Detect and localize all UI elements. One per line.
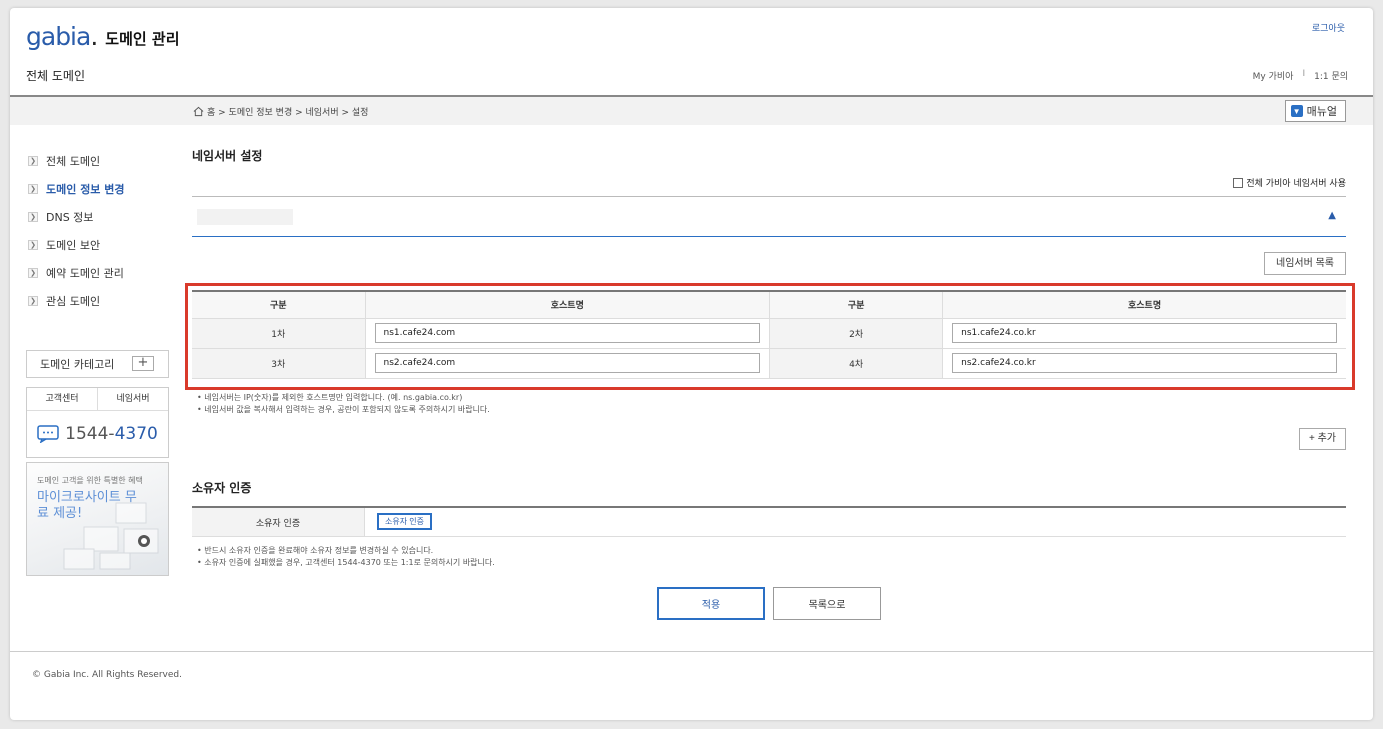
- home-icon[interactable]: [193, 106, 204, 117]
- ns-host-input-2[interactable]: [952, 323, 1337, 343]
- nameserver-section-title: 네임서버 설정: [192, 149, 263, 163]
- note-item: 네임서버 값을 복사해서 입력하는 경우, 공란이 포함되지 않도록 주의하시기…: [197, 404, 490, 416]
- table-row: 1차 2차: [192, 318, 1346, 349]
- owner-verification-button[interactable]: 소유자 인증: [377, 513, 433, 530]
- ns-order-label: 3차: [192, 348, 365, 379]
- my-gabia-link[interactable]: My 가비아: [1253, 69, 1294, 82]
- sidebar-item-label: DNS 정보: [46, 211, 94, 224]
- note-item: 반드시 소유자 인증을 완료해야 소유자 정보를 변경하실 수 있습니다.: [197, 545, 495, 557]
- ns-host-cell: [942, 348, 1346, 379]
- ns-order-label: 4차: [769, 348, 943, 379]
- ns-host-cell: [364, 348, 770, 379]
- all-gabia-label: 전체 가비아 네임서버 사용: [1246, 179, 1346, 189]
- ns-order-label: 1차: [192, 318, 365, 349]
- table-row: 3차 4차: [192, 348, 1346, 379]
- table-header-row: 구분 호스트명 구분 호스트명: [192, 290, 1346, 319]
- divider-blue: [192, 236, 1346, 237]
- breadcrumb-text: 홈 > 도메인 정보 변경 > 네임서버 > 설정: [207, 108, 369, 118]
- chevron-right-icon: ❯: [28, 240, 38, 250]
- logout-link[interactable]: 로그아웃: [1312, 21, 1345, 34]
- cs-phone: 1544-4370: [27, 411, 168, 457]
- column-header: 호스트명: [942, 290, 1346, 319]
- sidebar-item-label: 관심 도메인: [46, 295, 101, 308]
- inquiry-link[interactable]: 1:1 문의: [1314, 69, 1348, 82]
- sidebar-item-dns[interactable]: ❯ DNS 정보: [28, 203, 125, 231]
- nameserver-notes: 네임서버는 IP(숫자)를 제외한 호스트명만 입력합니다. (예. ns.ga…: [197, 392, 490, 416]
- sidebar-item-domain-info[interactable]: ❯ 도메인 정보 변경: [28, 175, 125, 203]
- ns-host-cell: [942, 318, 1346, 349]
- sidebar-item-label: 전체 도메인: [46, 155, 101, 168]
- chevron-right-icon: ❯: [28, 156, 38, 166]
- sidebar-item-security[interactable]: ❯ 도메인 보안: [28, 231, 125, 259]
- ns-host-input-4[interactable]: [952, 353, 1337, 373]
- chevron-right-icon: ❯: [28, 184, 38, 194]
- manual-label: 매뉴얼: [1306, 106, 1337, 118]
- collapse-up-icon[interactable]: ▲: [1328, 210, 1336, 221]
- chevron-right-icon: ❯: [28, 212, 38, 222]
- copyright: © Gabia Inc. All Rights Reserved.: [32, 670, 182, 680]
- add-category-button[interactable]: +: [132, 356, 154, 371]
- gabia-logo[interactable]: gabia. 도메인 관리: [26, 23, 180, 51]
- util-links: My 가비아 I 1:1 문의: [1253, 69, 1348, 82]
- domain-name-redacted: [197, 209, 293, 225]
- browser-window: gabia. 도메인 관리 로그아웃 전체 도메인 My 가비아 I 1:1 문…: [10, 8, 1373, 720]
- nameserver-table: 구분 호스트명 구분 호스트명 1차 2차 3차 4차: [192, 290, 1346, 379]
- owner-verification-label: 소유자 인증: [192, 508, 365, 536]
- sidebar-item-label: 도메인 보안: [46, 239, 101, 252]
- sidebar-item-watchlist[interactable]: ❯ 관심 도메인: [28, 287, 125, 315]
- breadcrumb: 홈 > 도메인 정보 변경 > 네임서버 > 설정: [193, 105, 368, 118]
- owner-section-title: 소유자 인증: [192, 481, 252, 495]
- tab-customer-center[interactable]: 고객센터: [27, 388, 98, 410]
- column-header: 호스트명: [364, 290, 770, 319]
- note-item: 소유자 인증에 실패했을 경우, 고객센터 1544-4370 또는 1:1로 …: [197, 557, 495, 569]
- apply-button[interactable]: 적용: [657, 587, 765, 620]
- customer-center-box: 고객센터 네임서버 1544-4370: [26, 387, 169, 458]
- chat-icon: [37, 425, 59, 443]
- note-item: 네임서버는 IP(숫자)를 제외한 호스트명만 입력합니다. (예. ns.ga…: [197, 392, 490, 404]
- checkbox-box[interactable]: [1233, 177, 1244, 188]
- sidebar-menu: ❯ 전체 도메인 ❯ 도메인 정보 변경 ❯ DNS 정보 ❯ 도메인 보안 ❯ 예약 도…: [28, 147, 125, 315]
- back-to-list-button[interactable]: 목록으로: [773, 587, 881, 620]
- page-title: 전체 도메인: [26, 69, 86, 83]
- chevron-down-icon: ▼: [1290, 105, 1303, 117]
- microsite-promo-banner[interactable]: 도메인 고객을 위한 특별한 혜택 마이크로사이트 무료 제공!: [26, 462, 169, 576]
- add-nameserver-button[interactable]: + 추가: [1298, 428, 1346, 450]
- logo-dot: .: [90, 22, 99, 51]
- promo-subtitle: 도메인 고객을 위한 특별한 혜택: [37, 476, 143, 485]
- logo-mark: gabia: [26, 22, 91, 51]
- column-header: 구분: [769, 290, 943, 319]
- cs-tabs: 고객센터 네임서버: [27, 388, 168, 411]
- cs-phone-number: 1544-4370: [65, 424, 158, 444]
- ns-host-input-1[interactable]: [374, 323, 761, 343]
- sidebar-item-label: 도메인 정보 변경: [46, 183, 125, 196]
- cs-phone-prefix: 1544-: [65, 424, 115, 444]
- column-header: 구분: [192, 290, 365, 319]
- tab-nameserver[interactable]: 네임서버: [98, 388, 168, 410]
- sidebar-item-label: 예약 도메인 관리: [46, 267, 124, 280]
- promo-illustration: [63, 502, 159, 570]
- divider: [192, 196, 1346, 197]
- sidebar-item-all-domains[interactable]: ❯ 전체 도메인: [28, 147, 125, 175]
- nameserver-list-button[interactable]: 네임서버 목록: [1264, 252, 1346, 275]
- ns-order-label: 2차: [769, 318, 943, 349]
- sidebar-item-reserved[interactable]: ❯ 예약 도메인 관리: [28, 259, 125, 287]
- cs-phone-suffix: 4370: [114, 424, 158, 444]
- ns-host-cell: [364, 318, 770, 349]
- chevron-right-icon: ❯: [28, 268, 38, 278]
- app-title: 도메인 관리: [105, 30, 180, 48]
- util-separator: I: [1302, 69, 1306, 79]
- ns-host-input-3[interactable]: [374, 353, 761, 373]
- all-gabia-nameserver-checkbox[interactable]: 전체 가비아 네임서버 사용: [1233, 176, 1346, 189]
- owner-verification-row: 소유자 인증 소유자 인증: [192, 506, 1346, 537]
- domain-category-label: 도메인 카테고리: [40, 358, 115, 371]
- domain-category: 도메인 카테고리 +: [26, 350, 169, 378]
- chevron-right-icon: ❯: [28, 296, 38, 306]
- domain-row: ▲: [192, 204, 1346, 237]
- footer-divider: [10, 651, 1373, 652]
- owner-notes: 반드시 소유자 인증을 완료해야 소유자 정보를 변경하실 수 있습니다. 소유…: [197, 545, 495, 569]
- manual-button[interactable]: ▼ 매뉴얼: [1284, 100, 1346, 122]
- breadcrumb-bar: 홈 > 도메인 정보 변경 > 네임서버 > 설정 ▼ 매뉴얼: [10, 95, 1373, 125]
